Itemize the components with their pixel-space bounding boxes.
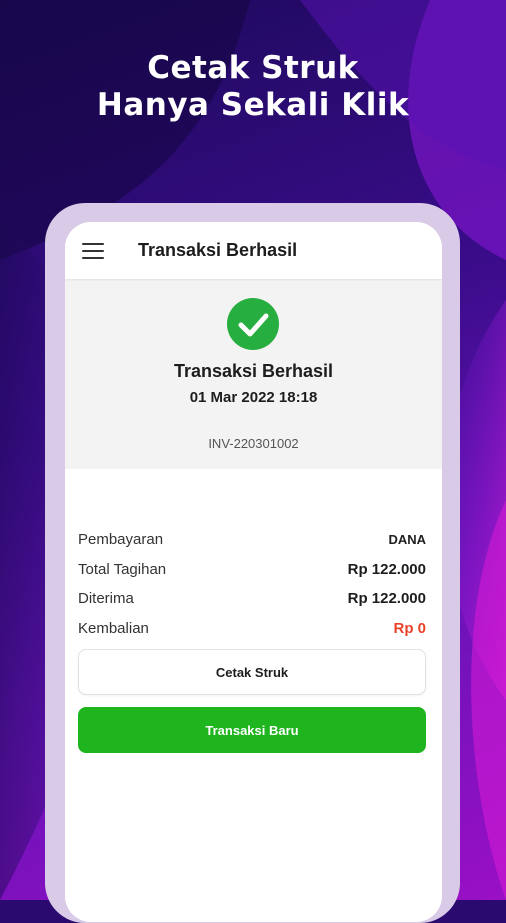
detail-value: Rp 122.000 — [347, 560, 426, 578]
detail-label: Kembalian — [78, 619, 149, 637]
promo-line-1: Cetak Struk — [147, 50, 359, 86]
detail-value: Rp 122.000 — [347, 590, 426, 608]
page-title: Transaksi Berhasil — [138, 240, 298, 260]
transaction-date: 01 Mar 2022 18:18 — [189, 389, 318, 406]
check-circle-icon — [227, 298, 279, 350]
detail-label: Total Tagihan — [78, 560, 167, 578]
hamburger-menu-icon[interactable] — [82, 242, 104, 259]
payment-details: Pembayaran DANA Total Tagihan Rp 122.000… — [78, 525, 426, 643]
phone-screen: Transaksi Berhasil Transaksi Berhasil 01… — [65, 222, 442, 922]
detail-row-received: Diterima Rp 122.000 — [78, 584, 426, 614]
detail-label: Diterima — [78, 590, 134, 608]
detail-row-change: Kembalian Rp 0 — [78, 614, 426, 644]
promo-line-2: Hanya Sekali Klik — [96, 87, 410, 123]
success-title: Transaksi Berhasil — [173, 361, 334, 381]
detail-row-total: Total Tagihan Rp 122.000 — [78, 555, 426, 585]
detail-label: Pembayaran — [78, 531, 164, 549]
detail-value: Rp 0 — [393, 619, 426, 637]
app-bar: Transaksi Berhasil — [65, 222, 442, 279]
print-receipt-button[interactable]: Cetak Struk — [78, 649, 426, 695]
promo-headline: Cetak Struk Hanya Sekali Klik — [0, 50, 506, 124]
success-summary: Transaksi Berhasil 01 Mar 2022 18:18 INV… — [65, 279, 442, 469]
detail-row-payment: Pembayaran DANA — [78, 525, 426, 555]
detail-value: DANA — [388, 532, 426, 548]
invoice-number: INV-220301002 — [208, 436, 299, 451]
new-transaction-button[interactable]: Transaksi Baru — [78, 707, 426, 753]
